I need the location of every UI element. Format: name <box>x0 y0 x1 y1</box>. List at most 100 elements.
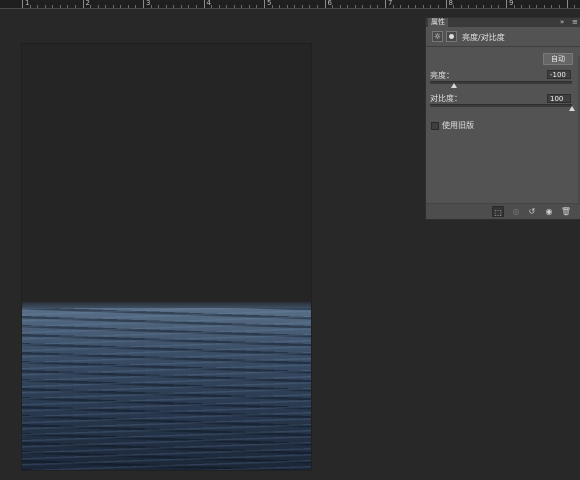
ruler-minor-tick <box>392 5 394 8</box>
ruler-minor-tick <box>536 5 538 8</box>
reset-icon[interactable]: ↺ <box>526 206 538 217</box>
ruler-minor-tick <box>180 5 182 8</box>
ruler-minor-tick <box>513 5 515 8</box>
ruler-major-tick <box>203 0 205 8</box>
brightness-slider-thumb[interactable] <box>450 83 457 88</box>
layer-mask-icon[interactable] <box>446 31 457 42</box>
ruler-minor-tick <box>422 5 424 8</box>
ruler-major-tick <box>324 0 326 8</box>
ruler-major-tick <box>82 0 84 8</box>
ruler-minor-tick <box>256 5 258 8</box>
document-canvas[interactable] <box>22 44 311 470</box>
ruler-minor-tick <box>59 5 61 8</box>
ruler-label: 7 <box>388 0 393 7</box>
ruler-label: 8 <box>448 0 453 7</box>
trash-icon[interactable]: 🗑 <box>560 206 572 217</box>
ruler-minor-tick <box>294 5 296 8</box>
visibility-eye-icon[interactable]: ◉ <box>543 206 555 217</box>
ruler-minor-tick <box>105 5 107 8</box>
canvas-dark-sky <box>22 44 311 306</box>
tab-properties[interactable]: 属性 <box>428 18 448 27</box>
ruler-minor-tick <box>415 5 417 8</box>
ruler-minor-tick <box>377 5 379 8</box>
ruler-minor-tick <box>468 5 470 8</box>
brightness-sun-icon[interactable]: ☼ <box>432 31 443 42</box>
ruler-minor-tick <box>173 5 175 8</box>
ruler-minor-tick <box>188 5 190 8</box>
adjustment-header: ☼ 亮度/对比度 <box>426 28 580 47</box>
ruler-major-tick <box>22 0 23 8</box>
ruler-minor-tick <box>52 5 54 8</box>
auto-button[interactable]: 自动 <box>543 53 573 65</box>
ruler-minor-tick <box>44 5 46 8</box>
clip-to-layer-icon[interactable]: ⬚ <box>492 206 504 217</box>
ruler-minor-tick <box>453 5 455 8</box>
ruler-minor-tick <box>97 5 99 8</box>
brightness-label: 亮度： <box>430 71 454 80</box>
brightness-value-field[interactable]: -100 <box>547 70 571 79</box>
properties-panel: 属性 » ≡ ☼ 亮度/对比度 自动 亮度： -100 对比度： 100 使用旧… <box>425 17 580 220</box>
ruler-label: 9 <box>509 0 514 7</box>
ruler-minor-tick <box>112 5 114 8</box>
ruler-minor-tick <box>521 5 523 8</box>
ruler-minor-tick <box>286 5 288 8</box>
ruler-minor-tick <box>574 5 576 8</box>
ruler-minor-tick <box>400 5 402 8</box>
view-previous-state-icon[interactable]: ◎ <box>510 206 522 217</box>
ruler-minor-tick <box>430 5 432 8</box>
ruler-major-tick <box>385 0 386 8</box>
contrast-slider-track[interactable] <box>430 104 572 107</box>
ruler-minor-tick <box>248 5 250 8</box>
contrast-value-field[interactable]: 100 <box>547 94 571 103</box>
ruler-minor-tick <box>233 5 235 8</box>
panel-footer: ⬚ ◎ ↺ ◉ 🗑 <box>426 203 580 219</box>
ruler-minor-tick <box>316 5 318 8</box>
use-legacy-label: 使用旧版 <box>442 121 474 130</box>
ruler-major-tick <box>506 0 507 8</box>
ruler-major-tick <box>143 0 144 8</box>
ruler-minor-tick <box>332 5 334 8</box>
ruler-minor-tick <box>483 5 485 8</box>
ruler-minor-tick <box>195 5 197 8</box>
ruler-label: 3 <box>146 0 151 7</box>
ruler-minor-tick <box>528 5 530 8</box>
ruler-minor-tick <box>475 5 477 8</box>
double-chevron-right-icon[interactable]: » <box>560 18 564 27</box>
contrast-slider-thumb[interactable] <box>569 106 575 111</box>
ruler-minor-tick <box>551 5 553 8</box>
ruler-minor-tick <box>354 5 356 8</box>
ruler-label: 6 <box>327 0 332 7</box>
ruler-minor-tick <box>362 5 364 8</box>
ruler-minor-tick <box>339 5 341 8</box>
panel-tab-bar <box>426 18 580 27</box>
ruler-label: 5 <box>267 0 272 7</box>
ruler-minor-tick <box>37 5 39 8</box>
ruler-minor-tick <box>543 5 545 8</box>
ruler-minor-tick <box>369 5 371 8</box>
use-legacy-checkbox[interactable] <box>431 122 439 130</box>
panel-menu-icon[interactable]: ≡ <box>572 18 578 27</box>
ruler-minor-tick <box>279 5 281 8</box>
ruler-minor-tick <box>150 5 152 8</box>
ruler-minor-tick <box>74 5 76 8</box>
ruler-major-tick <box>566 0 568 8</box>
ruler-minor-tick <box>309 5 311 8</box>
ruler-minor-tick <box>135 5 137 8</box>
ruler-minor-tick <box>460 5 462 8</box>
contrast-label: 对比度： <box>430 94 462 103</box>
ruler-minor-tick <box>407 5 409 8</box>
ruler-major-tick <box>445 0 447 8</box>
ruler-minor-tick <box>558 5 560 8</box>
ruler-minor-tick <box>271 5 273 8</box>
ruler-minor-tick <box>301 5 303 8</box>
ruler-minor-tick <box>165 5 167 8</box>
ruler-minor-tick <box>127 5 129 8</box>
ruler-minor-tick <box>498 5 500 8</box>
ruler-minor-tick <box>120 5 122 8</box>
adjustment-title: 亮度/对比度 <box>462 33 505 42</box>
horizontal-ruler[interactable]: 1 2 3 4 5 6 7 8 9 <box>0 0 580 9</box>
ruler-minor-tick <box>437 5 439 8</box>
ruler-label: 4 <box>206 0 211 7</box>
ruler-minor-tick <box>67 5 69 8</box>
ruler-minor-tick <box>211 5 213 8</box>
